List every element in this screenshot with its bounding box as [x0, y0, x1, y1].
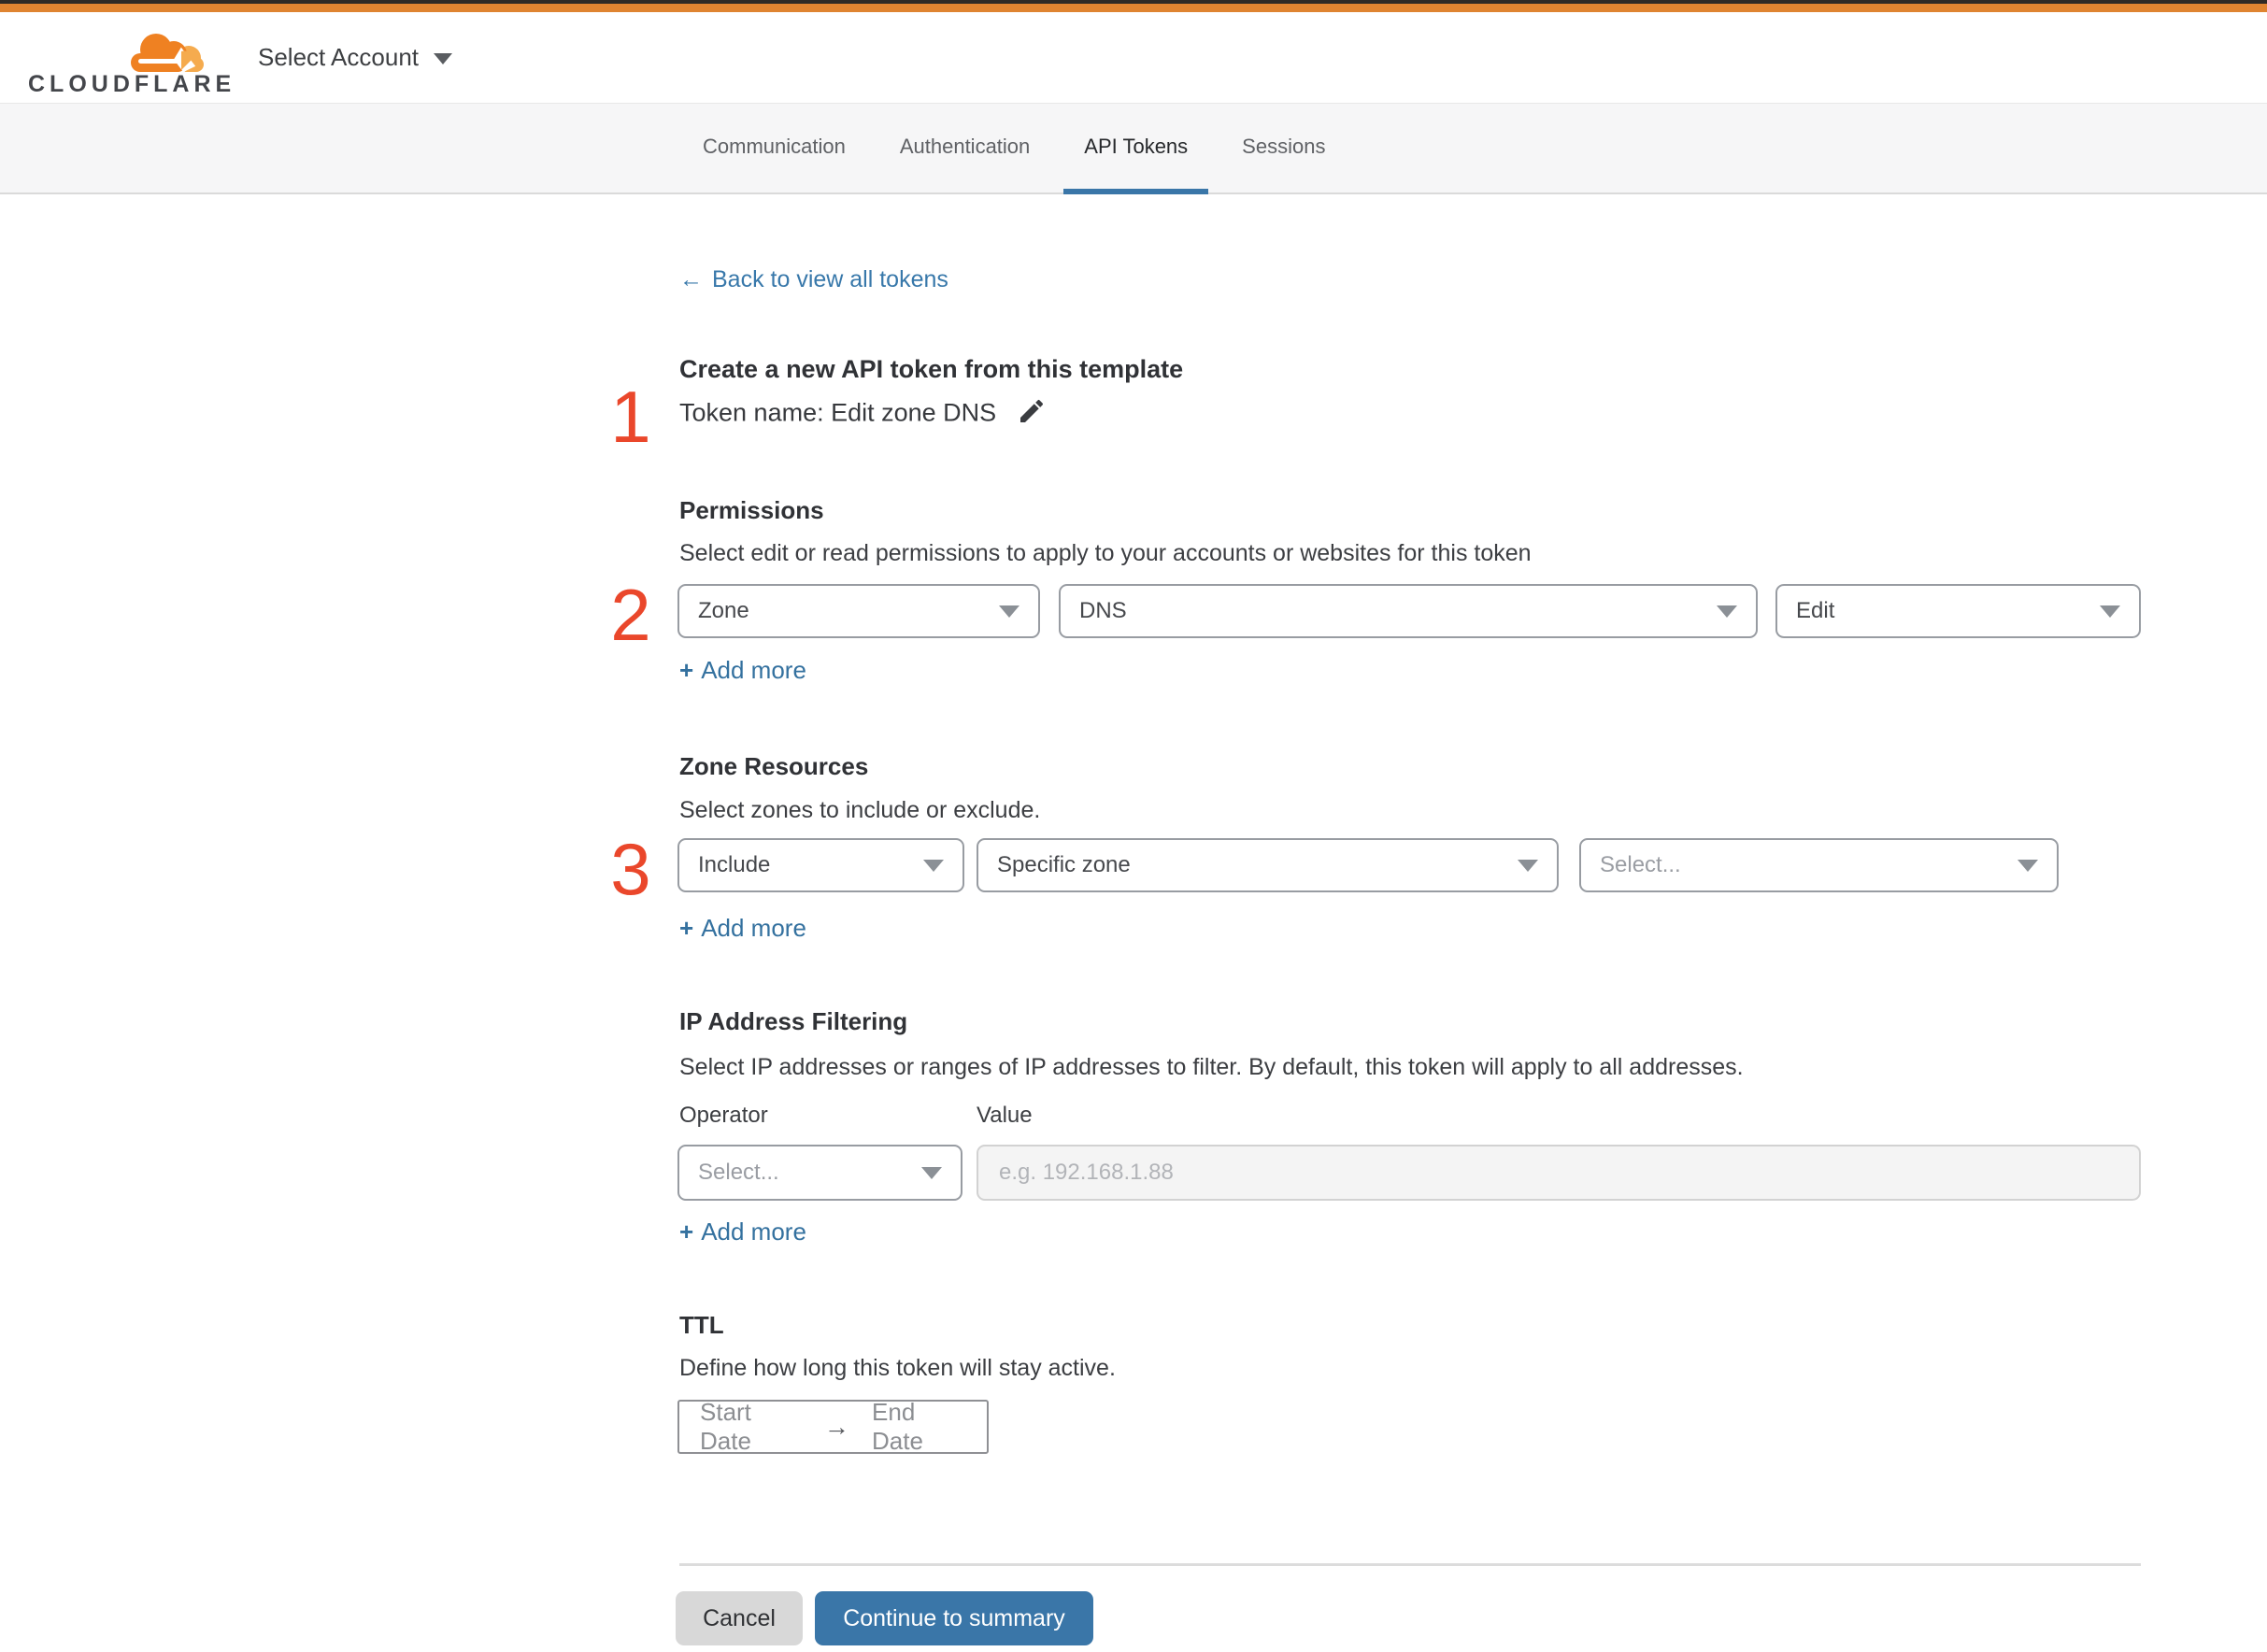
zone-include-dropdown[interactable]: Include — [677, 838, 964, 892]
cloudflare-wordmark: CLOUDFLARE — [28, 71, 236, 97]
ip-filtering-add-more-link[interactable]: + Add more — [679, 1218, 806, 1246]
zone-select-dropdown[interactable]: Select... — [1579, 838, 2059, 892]
plus-icon: + — [679, 914, 694, 942]
operator-label: Operator — [679, 1103, 768, 1128]
dropdown-caret-icon — [921, 1166, 942, 1179]
dropdown-caret-icon — [999, 605, 1019, 618]
cancel-button[interactable]: Cancel — [676, 1591, 803, 1645]
zone-resources-title: Zone Resources — [679, 752, 869, 780]
token-name-text: Token name: Edit zone DNS — [679, 398, 997, 427]
zone-resources-add-more-link[interactable]: + Add more — [679, 914, 806, 943]
ttl-title: TTL — [679, 1311, 724, 1339]
plus-icon: + — [679, 1218, 694, 1246]
cloudflare-logo: CLOUDFLARE — [28, 29, 231, 100]
dropdown-caret-icon — [2017, 859, 2038, 872]
continue-to-summary-button[interactable]: Continue to summary — [815, 1591, 1093, 1645]
permission-scope-dropdown[interactable]: Zone — [677, 584, 1040, 638]
tabs: Communication Authentication API Tokens … — [682, 104, 1346, 194]
header: CLOUDFLARE Select Account — [0, 12, 2267, 104]
create-api-token-page: CLOUDFLARE Select Account Communication … — [0, 0, 2267, 1652]
token-name-row: Token name: Edit zone DNS — [679, 396, 1047, 433]
start-date-label: Start Date — [700, 1398, 751, 1455]
value-label: Value — [977, 1103, 1033, 1128]
footer-divider — [679, 1563, 2141, 1566]
permission-type-dropdown[interactable]: DNS — [1059, 584, 1758, 638]
tab-authentication[interactable]: Authentication — [879, 104, 1050, 194]
account-selector[interactable]: Select Account — [258, 43, 452, 72]
ttl-date-range-picker[interactable]: Start Date → End Date — [677, 1398, 989, 1455]
brand-orange-bar — [0, 4, 2267, 12]
operator-dropdown[interactable]: Select... — [677, 1145, 962, 1201]
permissions-title: Permissions — [679, 496, 824, 524]
zone-scope-dropdown[interactable]: Specific zone — [977, 838, 1559, 892]
chevron-down-icon — [434, 53, 452, 65]
back-to-tokens-link[interactable]: ← Back to view all tokens — [679, 266, 948, 293]
date-range-arrow-icon: → — [824, 1412, 850, 1441]
back-link-label: Back to view all tokens — [712, 266, 948, 292]
dropdown-caret-icon — [923, 859, 944, 872]
ip-filtering-description: Select IP addresses or ranges of IP addr… — [679, 1054, 1744, 1080]
tab-api-tokens[interactable]: API Tokens — [1063, 104, 1209, 194]
step-number-3: 3 — [610, 828, 651, 910]
edit-pencil-icon[interactable] — [1017, 396, 1047, 433]
permission-access-dropdown[interactable]: Edit — [1775, 584, 2141, 638]
back-arrow-icon: ← — [679, 266, 703, 292]
end-date-label: End Date — [872, 1398, 923, 1455]
zone-resources-description: Select zones to include or exclude. — [679, 797, 1041, 823]
dropdown-caret-icon — [1717, 605, 1737, 618]
create-token-title: Create a new API token from this templat… — [679, 355, 1184, 383]
ttl-description: Define how long this token will stay act… — [679, 1355, 1116, 1381]
account-selector-label: Select Account — [258, 43, 419, 71]
step-number-1: 1 — [610, 376, 651, 458]
tab-communication[interactable]: Communication — [682, 104, 866, 194]
step-number-2: 2 — [610, 574, 651, 656]
ip-filtering-title: IP Address Filtering — [679, 1007, 908, 1035]
ip-value-input[interactable] — [977, 1145, 2141, 1201]
permissions-add-more-link[interactable]: + Add more — [679, 656, 806, 685]
dropdown-caret-icon — [2100, 605, 2120, 618]
tab-sessions[interactable]: Sessions — [1221, 104, 1346, 194]
dropdown-caret-icon — [1518, 859, 1538, 872]
plus-icon: + — [679, 656, 694, 684]
permissions-description: Select edit or read permissions to apply… — [679, 540, 1532, 566]
tab-bar: Communication Authentication API Tokens … — [0, 104, 2267, 194]
